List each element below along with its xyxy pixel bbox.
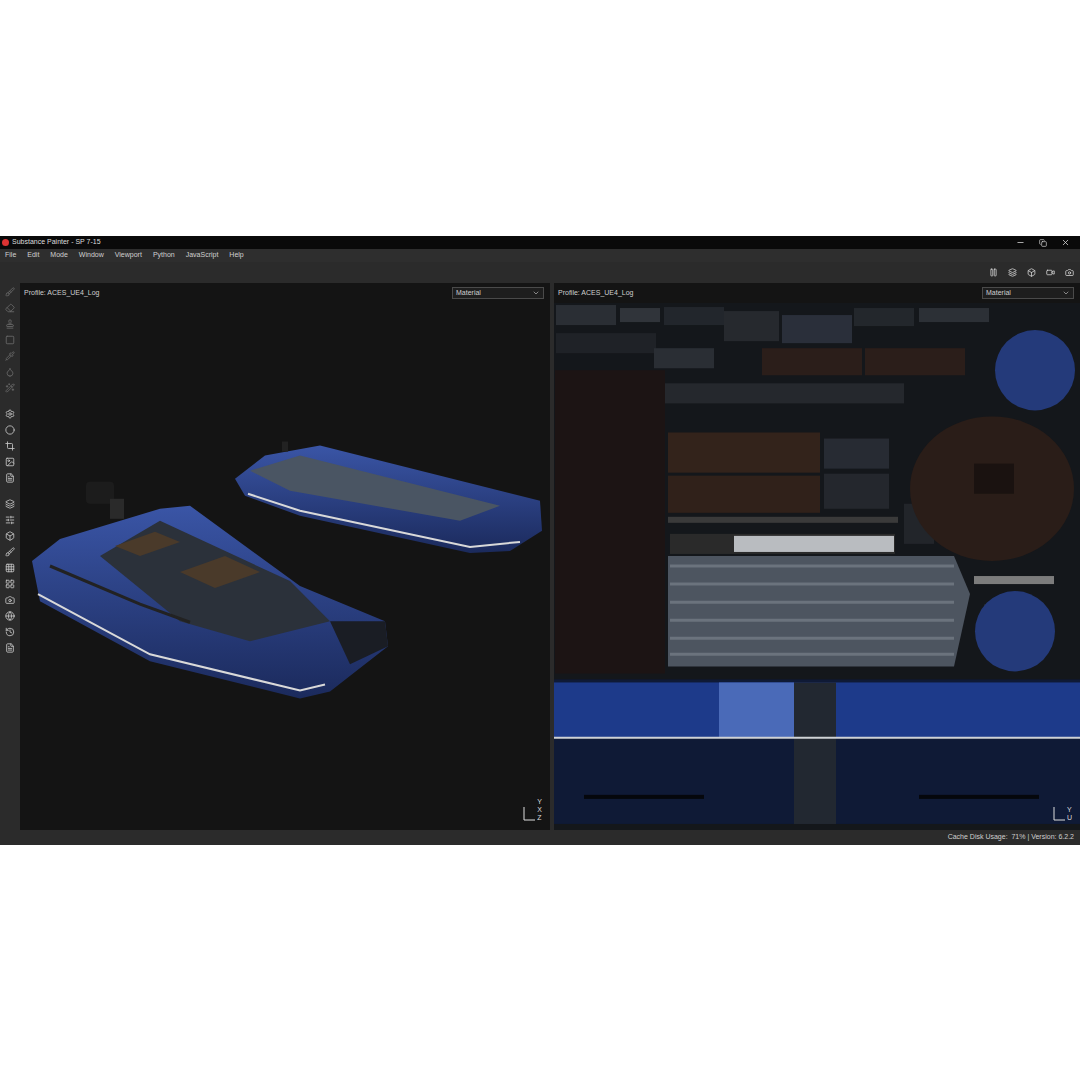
tool-icon[interactable]	[5, 457, 15, 467]
menu-item[interactable]: Edit	[27, 250, 39, 261]
axis-icon	[522, 806, 536, 822]
tool-icon[interactable]	[5, 287, 15, 297]
tool-icon[interactable]	[5, 595, 15, 605]
pause-icon[interactable]	[989, 268, 998, 277]
viewport-header: Profile: ACES_UE4_Log Material	[20, 283, 550, 303]
menu-item[interactable]: Mode	[50, 250, 68, 261]
menu-item[interactable]: File	[5, 250, 16, 261]
view-cube-icon[interactable]	[1027, 268, 1036, 277]
axis-label: U	[1067, 814, 1072, 822]
uv-viewport[interactable]: Profile: ACES_UE4_Log Material YU	[554, 283, 1080, 830]
axis-gizmo: YU	[1052, 806, 1072, 822]
tool-icon[interactable]	[5, 627, 15, 637]
axis-gizmo: YXZ	[522, 798, 542, 822]
app-window: Substance Painter - SP 7-15 File Edit Mode W…	[0, 236, 1080, 845]
tool-icon[interactable]	[5, 531, 15, 541]
menu-item[interactable]: Python	[153, 250, 175, 261]
tool-icon[interactable]	[5, 351, 15, 361]
channel-dropdown[interactable]: Material	[452, 287, 544, 300]
page: Substance Painter - SP 7-15 File Edit Mode W…	[0, 0, 1080, 1080]
tool-icon[interactable]	[5, 473, 15, 483]
top-toolbar	[0, 262, 1080, 283]
menu-bar: File Edit Mode Window Viewport Python JavaScri…	[0, 249, 1080, 262]
menu-item[interactable]: Window	[79, 250, 104, 261]
tool-icon[interactable]	[5, 367, 15, 377]
tool-column	[0, 283, 20, 830]
camera-mode-icon[interactable]	[1046, 268, 1055, 277]
menu-item[interactable]: Help	[229, 250, 243, 261]
menu-item[interactable]: JavaScript	[186, 250, 219, 261]
tool-icon[interactable]	[5, 611, 15, 621]
tool-icon[interactable]	[5, 515, 15, 525]
tool-icon[interactable]	[5, 409, 15, 419]
tool-icon[interactable]	[5, 579, 15, 589]
app-logo-icon	[2, 239, 9, 246]
3d-viewport[interactable]: Profile: ACES_UE4_Log Material YXZ	[20, 283, 550, 830]
boat-model[interactable]	[20, 303, 550, 830]
axis-label: Y	[1067, 806, 1072, 814]
window-title: Substance Painter - SP 7-15	[12, 237, 101, 248]
tool-icon[interactable]	[5, 319, 15, 329]
status-text: Cache Disk Usage: 71% | Version: 6.2.2	[948, 832, 1074, 843]
chevron-down-icon	[1062, 289, 1070, 297]
axis-label: X	[537, 806, 542, 814]
tool-icon[interactable]	[5, 425, 15, 435]
title-bar: Substance Painter - SP 7-15	[0, 236, 1080, 249]
uv-map[interactable]	[554, 303, 1080, 830]
axis-label: Z	[537, 814, 542, 822]
tool-icon[interactable]	[5, 303, 15, 313]
tool-icon[interactable]	[5, 547, 15, 557]
channel-dropdown[interactable]: Material	[982, 287, 1074, 300]
minimize-icon[interactable]	[1016, 238, 1025, 247]
tool-icon[interactable]	[5, 441, 15, 451]
tool-icon[interactable]	[5, 643, 15, 653]
axis-icon	[1052, 806, 1066, 822]
display-mode-icon[interactable]	[1008, 268, 1017, 277]
close-icon[interactable]	[1061, 238, 1070, 247]
chevron-down-icon	[532, 289, 540, 297]
screenshot-icon[interactable]	[1065, 268, 1074, 277]
profile-label: Profile: ACES_UE4_Log	[558, 288, 634, 299]
tool-icon[interactable]	[5, 563, 15, 573]
axis-label: Y	[537, 798, 542, 806]
menu-item[interactable]: Viewport	[115, 250, 142, 261]
tool-icon[interactable]	[5, 383, 15, 393]
tool-icon[interactable]	[5, 335, 15, 345]
viewport-header: Profile: ACES_UE4_Log Material	[554, 283, 1080, 303]
status-bar: Cache Disk Usage: 71% | Version: 6.2.2	[0, 830, 1080, 845]
profile-label: Profile: ACES_UE4_Log	[24, 288, 100, 299]
tool-icon[interactable]	[5, 499, 15, 509]
workspace: Profile: ACES_UE4_LogMaterialYXZProfile:…	[0, 283, 1080, 830]
restore-icon[interactable]	[1039, 239, 1047, 247]
